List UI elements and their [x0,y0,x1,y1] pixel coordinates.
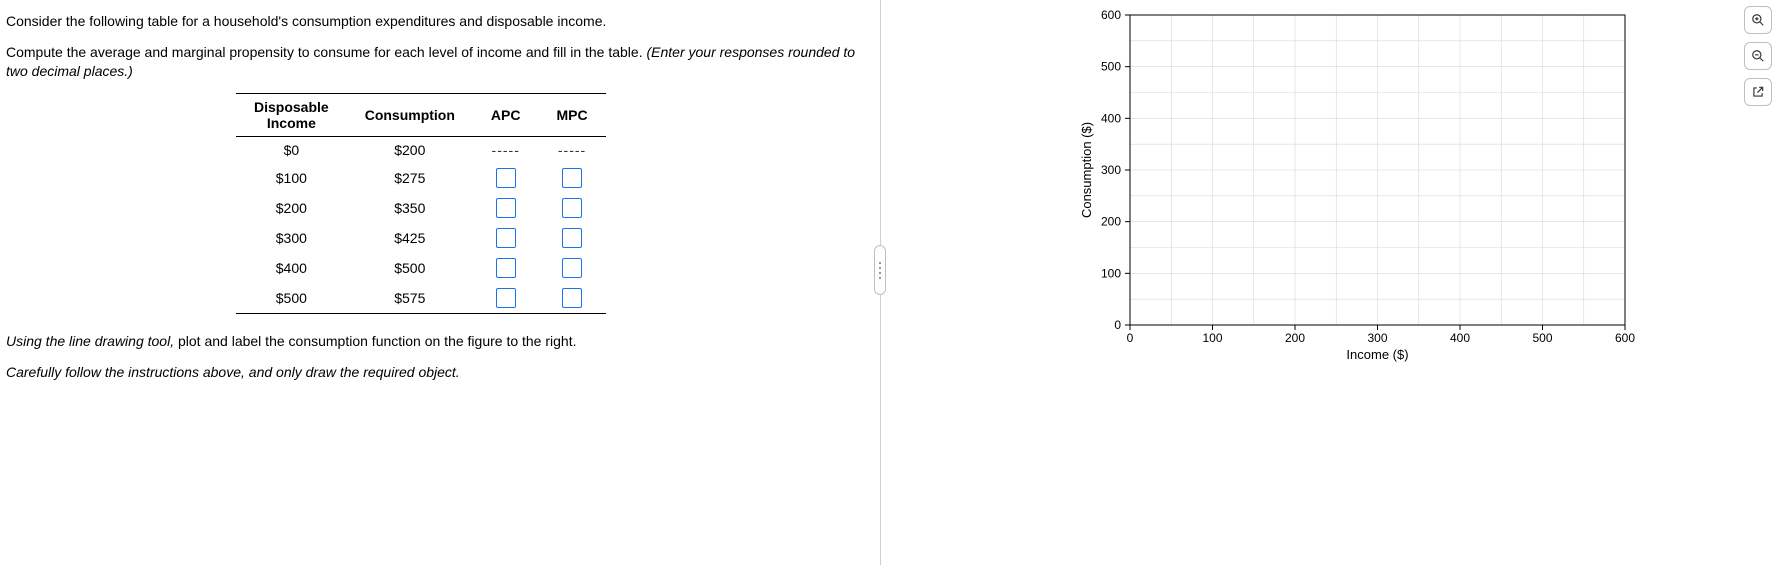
svg-text:600: 600 [1101,8,1121,22]
apc-input[interactable] [496,288,516,308]
compute-instruction: Compute the average and marginal propens… [6,43,874,81]
table-row: $200$350 [236,193,606,223]
zoom-in-icon [1751,12,1765,28]
cell-mpc: ----- [538,136,605,163]
cell-apc [473,193,539,223]
apc-input[interactable] [496,198,516,218]
popout-button[interactable] [1744,78,1772,106]
table-row: $500$575 [236,283,606,314]
col-header-mpc: MPC [538,93,605,136]
pane-resize-handle[interactable] [874,245,886,295]
cell-income: $300 [236,223,347,253]
mpc-dash: ----- [558,142,586,158]
cell-apc: ----- [473,136,539,163]
svg-text:500: 500 [1101,60,1121,74]
graph-tool-column [1744,6,1772,106]
apc-input[interactable] [496,258,516,278]
cell-consumption: $500 [347,253,473,283]
svg-text:0: 0 [1127,331,1134,345]
cell-mpc [538,223,605,253]
mpc-input[interactable] [562,228,582,248]
table-row: $400$500 [236,253,606,283]
consumption-chart[interactable]: 0 100 200 300 400 500 600 0 100 200 300 400 500 600 In… [1075,5,1635,365]
cell-income: $500 [236,283,347,314]
cell-income: $400 [236,253,347,283]
intro-text: Consider the following table for a house… [6,12,874,31]
svg-text:300: 300 [1367,331,1387,345]
cell-mpc [538,163,605,193]
table-row: $100$275 [236,163,606,193]
svg-text:Consumption ($): Consumption ($) [1079,122,1094,218]
apc-input[interactable] [496,168,516,188]
cell-consumption: $350 [347,193,473,223]
plot-instruction-lead: Using the line drawing tool, [6,333,174,349]
svg-text:300: 300 [1101,163,1121,177]
cell-income: $200 [236,193,347,223]
chart-container[interactable]: 0 100 200 300 400 500 600 0 100 200 300 400 500 600 In… [1075,5,1635,365]
cell-mpc [538,193,605,223]
zoom-out-button[interactable] [1744,42,1772,70]
plot-instruction: Using the line drawing tool, plot and la… [6,332,874,351]
question-text-pane: Consider the following table for a house… [0,0,880,401]
zoom-in-button[interactable] [1744,6,1772,34]
table-body: $0$200----------$100$275$200$350$300$425… [236,136,606,313]
carefully-note: Carefully follow the instructions above,… [6,363,874,382]
mpc-input[interactable] [562,168,582,188]
cell-income: $0 [236,136,347,163]
cell-apc [473,223,539,253]
plot-instruction-rest: plot and label the consumption function … [174,333,576,349]
cell-consumption: $425 [347,223,473,253]
svg-text:600: 600 [1615,331,1635,345]
svg-text:200: 200 [1285,331,1305,345]
svg-text:200: 200 [1101,215,1121,229]
svg-text:100: 100 [1101,266,1121,280]
col-header-apc: APC [473,93,539,136]
mpc-input[interactable] [562,288,582,308]
cell-apc [473,253,539,283]
cell-apc [473,163,539,193]
cell-mpc [538,283,605,314]
cell-consumption: $575 [347,283,473,314]
apc-dash: ----- [492,142,520,158]
table-row: $0$200 ----- ----- [236,136,606,163]
cell-consumption: $275 [347,163,473,193]
graph-pane: 0 100 200 300 400 500 600 0 100 200 300 400 500 600 In… [890,0,1778,565]
svg-text:0: 0 [1114,318,1121,332]
apc-input[interactable] [496,228,516,248]
svg-text:400: 400 [1450,331,1470,345]
zoom-out-icon [1751,48,1765,64]
table-row: $300$425 [236,223,606,253]
col-header-consumption: Consumption [347,93,473,136]
cell-consumption: $200 [347,136,473,163]
svg-text:100: 100 [1202,331,1222,345]
svg-text:400: 400 [1101,111,1121,125]
cell-apc [473,283,539,314]
mpc-input[interactable] [562,198,582,218]
cell-income: $100 [236,163,347,193]
mpc-input[interactable] [562,258,582,278]
svg-text:Income ($): Income ($) [1346,347,1408,362]
popout-icon [1751,84,1765,100]
compute-instruction-main: Compute the average and marginal propens… [6,44,646,60]
svg-text:500: 500 [1532,331,1552,345]
consumption-table: Disposable Income Consumption APC MPC $0… [236,93,606,314]
cell-mpc [538,253,605,283]
col-header-income: Disposable Income [236,93,347,136]
